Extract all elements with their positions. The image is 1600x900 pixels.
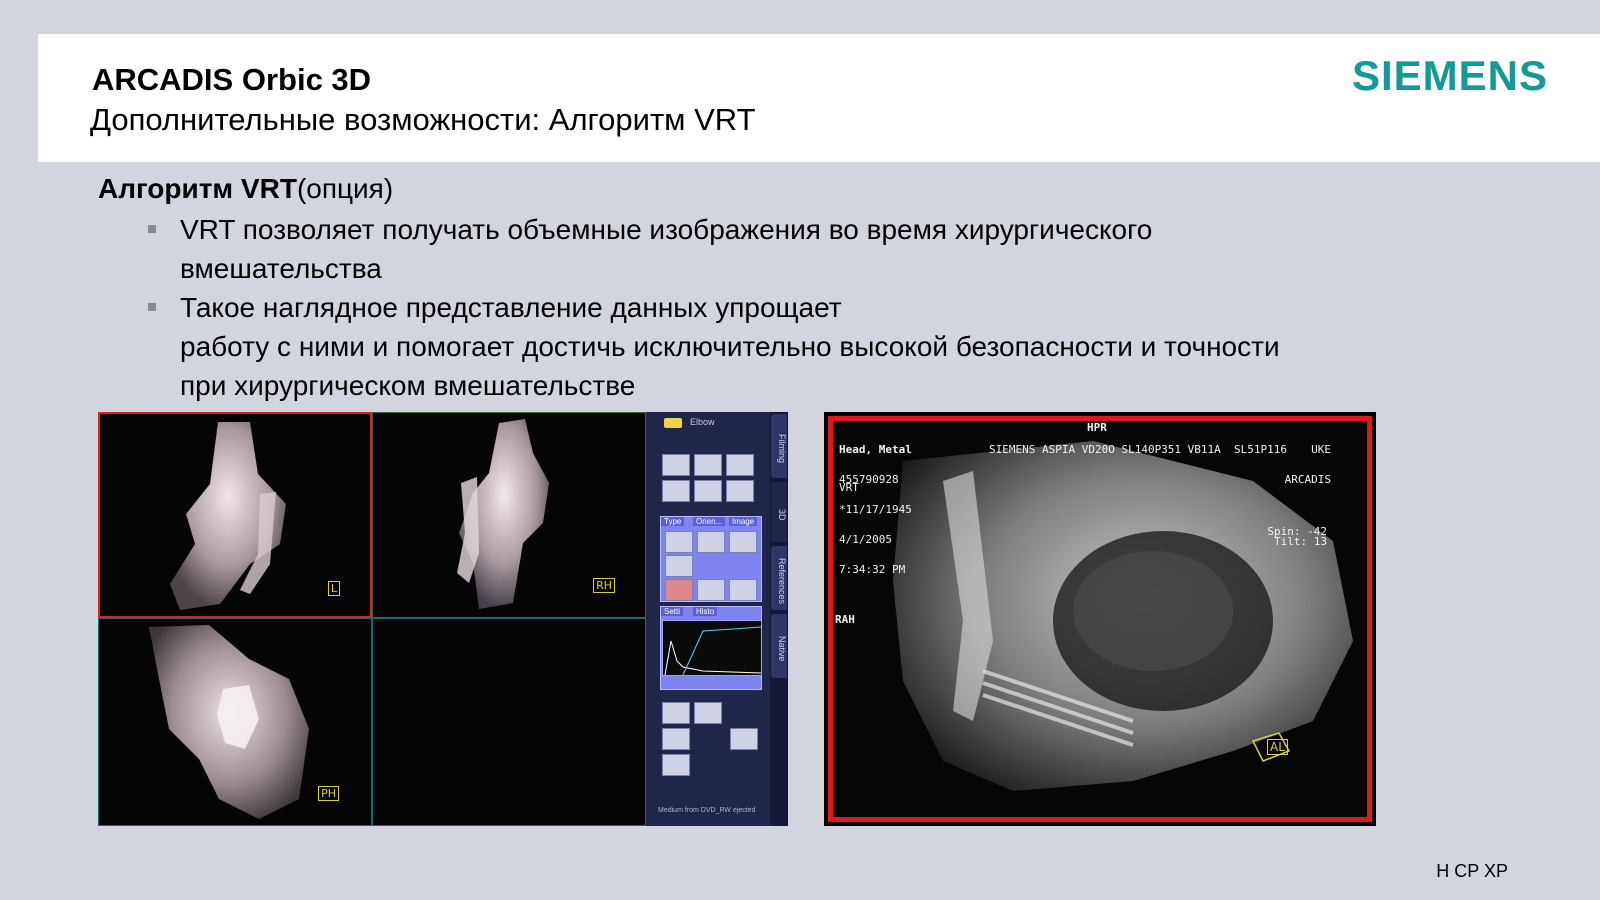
tab-native[interactable]: Native: [771, 614, 787, 678]
skull-vrt-screenshot: Head, Metal 455790928 *11/17/1945 4/1/20…: [824, 412, 1376, 826]
overlay-line: *11/17/1945: [839, 503, 912, 516]
viewport-elbow-lateral: L: [98, 412, 372, 618]
section-heading-bold: Алгоритм VRT: [98, 173, 297, 204]
viewport-empty: [372, 618, 646, 826]
overlay-line: 4/1/2005: [839, 533, 892, 546]
bullet-item: VRT позволяет получать объемные изображе…: [98, 210, 1518, 288]
spin-tool-button[interactable]: [726, 454, 754, 476]
tab-references[interactable]: References: [771, 546, 787, 610]
tab-histogram[interactable]: Histo: [693, 607, 718, 616]
folder-label: Elbow: [690, 417, 715, 427]
skull-viewport: Head, Metal 455790928 *11/17/1945 4/1/20…: [828, 416, 1372, 822]
overlay-line: UKE: [1311, 443, 1331, 456]
overlay-mode: VRT: [839, 481, 859, 494]
export-button[interactable]: [730, 728, 758, 750]
overlay-device: SIEMENS ASPIA VD20O SL140P351 VB11A SL51…: [989, 443, 1288, 456]
histogram-curve: [664, 626, 762, 676]
tab-type[interactable]: Type: [661, 517, 685, 526]
bullet-line: VRT позволяет получать объемные изображе…: [180, 214, 1153, 245]
tab-3d[interactable]: 3D: [771, 482, 787, 542]
overlay-line: 7:34:32 PM: [839, 563, 906, 576]
view-mode-button[interactable]: [665, 531, 693, 553]
view-mode-button[interactable]: [697, 531, 725, 553]
tool-button[interactable]: [694, 702, 722, 724]
control-panel: Elbow Type Orien... Image Setti Histo Me…: [646, 412, 788, 826]
overlay-patient-info: Head, Metal 455790928 *11/17/1945 4/1/20…: [839, 425, 912, 595]
vertical-tab-strip: Filming 3D References Native: [770, 412, 788, 826]
orientation-marker: L: [327, 581, 340, 596]
slide-content: Алгоритм VRT(опция) VRT позволяет получа…: [98, 170, 1518, 405]
bullet-line: Такое наглядное представление данных упр…: [180, 292, 842, 323]
status-text: Medium from DVD_RW ejected: [658, 807, 756, 814]
overlay-side-marker: RAH: [835, 613, 855, 626]
head-view-button[interactable]: [665, 555, 693, 577]
view-mode-button[interactable]: [729, 531, 757, 553]
section-heading: Алгоритм VRT(опция): [98, 170, 1518, 208]
preset-button[interactable]: [665, 579, 693, 601]
bullet-item: Такое наглядное представление данных упр…: [98, 288, 1518, 405]
viewport-elbow-front: RH: [372, 412, 646, 618]
type-panel: Type Orien... Image: [660, 516, 762, 602]
orientation-marker: RH: [593, 578, 615, 593]
move-tool-button[interactable]: [694, 480, 722, 502]
pan-tool-button[interactable]: [726, 480, 754, 502]
slide-title: ARCADIS Orbic 3D: [92, 62, 372, 97]
overlay-tilt: Tilt: 13: [1274, 535, 1327, 548]
preset-button[interactable]: [729, 579, 757, 601]
help-button[interactable]: [662, 728, 690, 750]
tool-button[interactable]: [662, 702, 690, 724]
bullet-line: при хирургическом вмешательстве: [180, 370, 636, 401]
orientation-cube: AL: [1267, 739, 1288, 755]
bullet-list: VRT позволяет получать объемные изображе…: [98, 210, 1518, 405]
siemens-logo: SIEMENS: [1351, 52, 1548, 99]
histogram-chart[interactable]: [662, 620, 762, 676]
tool-button[interactable]: [662, 754, 690, 776]
tab-settings[interactable]: Setti: [661, 607, 684, 616]
tab-image[interactable]: Image: [729, 517, 758, 526]
sphere-tool-button[interactable]: [694, 454, 722, 476]
rotate-tool-button[interactable]: [662, 454, 690, 476]
overlay-line: ARCADIS: [1284, 473, 1331, 486]
bullet-line: работу с ними и помогает достичь исключи…: [180, 331, 1280, 362]
tab-orientation[interactable]: Orien...: [693, 517, 726, 526]
preset-button[interactable]: [697, 579, 725, 601]
section-heading-option: (опция): [296, 173, 394, 204]
viewport-elbow-oblique: PH: [98, 618, 372, 826]
overlay-hpr: HPR: [1087, 421, 1107, 434]
header-bar: ARCADIS Orbic 3D Дополнительные возможно…: [38, 34, 1600, 162]
footer-code: H CP XP: [1436, 861, 1508, 881]
bullet-line: вмешательства: [180, 253, 382, 284]
overlay-line: Head, Metal: [839, 443, 912, 456]
folder-icon: [664, 418, 682, 428]
elbow-3d-screenshot: L RH PH Elbow Type Orien... Image Setti …: [98, 412, 788, 826]
zoom-tool-button[interactable]: [662, 480, 690, 502]
tab-filming[interactable]: Filming: [771, 414, 787, 478]
overlay-site-info: UKE ARCADIS: [1285, 425, 1331, 505]
orientation-marker: PH: [318, 786, 339, 801]
slide-subtitle: Дополнительные возможности: Алгоритм VRT: [90, 102, 756, 137]
